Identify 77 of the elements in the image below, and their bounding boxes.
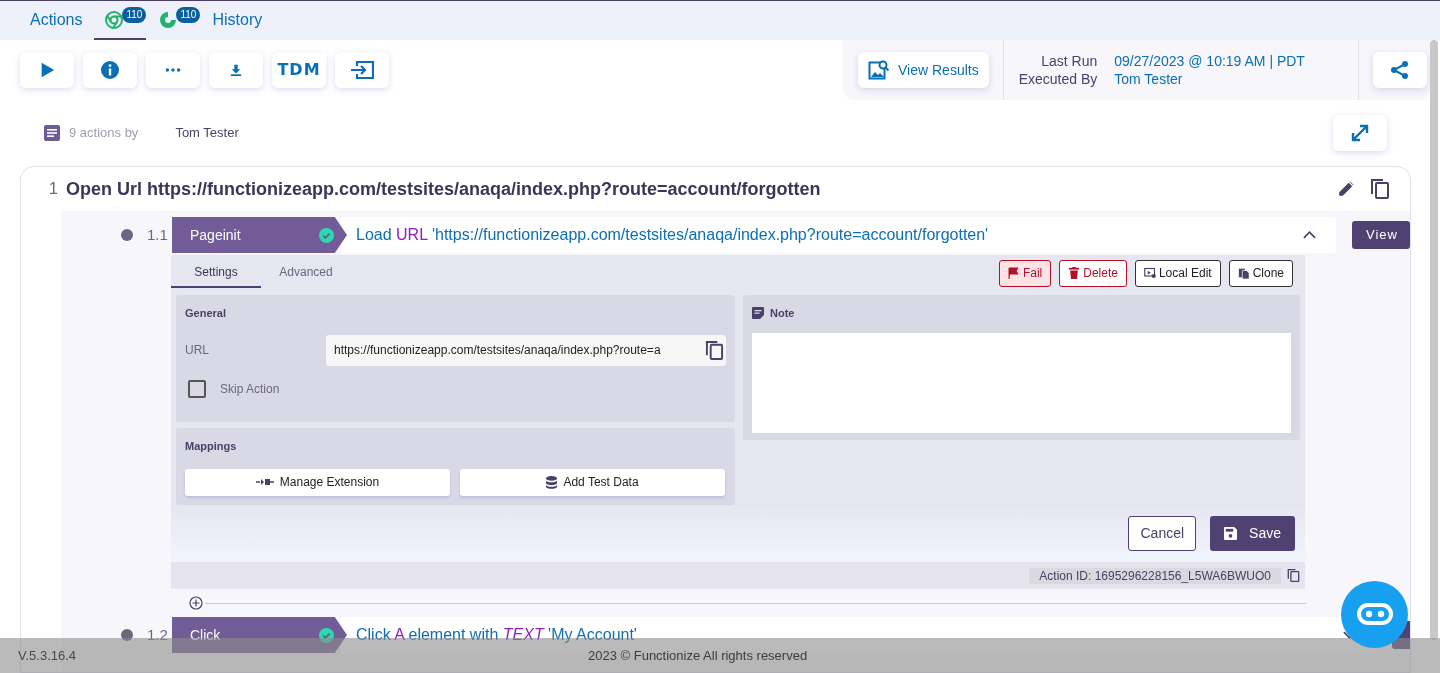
cancel-button[interactable]: Cancel: [1128, 516, 1197, 551]
tab[interactable]: 110: [148, 1, 201, 40]
last-run-label: Last Run: [1040, 52, 1098, 70]
executed-by-label: Executed By: [1018, 70, 1098, 88]
save-icon: [1224, 527, 1238, 540]
tab[interactable]: Actions: [20, 1, 93, 40]
action-button[interactable]: Fail: [998, 259, 1052, 287]
field-label: URL: [185, 342, 210, 359]
checkbox[interactable]: [188, 379, 206, 398]
count-badge: 110: [176, 7, 201, 23]
action-number: 1.2: [147, 624, 169, 645]
copy-icon: [705, 339, 724, 361]
expand-icon: [1350, 123, 1370, 143]
edit-icon: [1337, 180, 1355, 198]
toolbar-button[interactable]: [83, 52, 137, 88]
checkbox-label: Skip Action: [220, 380, 280, 398]
author-name: Tom Tester: [175, 124, 239, 143]
version-label: V.5.3.16.4: [18, 646, 77, 665]
mapping-button[interactable]: Add Test Data: [460, 468, 725, 496]
panel-tab[interactable]: Settings: [171, 258, 261, 288]
action-type: Pageinit: [190, 225, 241, 245]
view-button[interactable]: View: [1352, 221, 1410, 249]
image-search-icon: [868, 59, 890, 81]
trash-icon: [1068, 267, 1081, 279]
refresh-icon: [158, 9, 179, 30]
action-number: 1.1: [147, 224, 169, 245]
mapping-button[interactable]: Manage Extension: [185, 468, 450, 496]
url-field[interactable]: https://functionizeapp.com/testsites/anaqa/index.php?route=a: [326, 334, 726, 366]
copy-icon: [1287, 568, 1300, 583]
actions-count: 9 actions by: [69, 124, 139, 143]
step-title: Open Url https://functionizeapp.com/testsites/anaqa/index.php?route=account/forgotten: [66, 177, 821, 201]
save-button[interactable]: Save: [1210, 516, 1295, 551]
plug-icon: [255, 478, 274, 486]
section-title: General: [185, 306, 227, 321]
screen-gear-icon: [1143, 267, 1156, 279]
action-button[interactable]: Local Edit: [1134, 259, 1221, 287]
action-type: Click: [190, 625, 221, 645]
action-button[interactable]: Clone: [1228, 259, 1293, 287]
toolbar-button[interactable]: [20, 52, 74, 88]
share-icon: [1389, 60, 1410, 80]
download-icon: [230, 64, 242, 76]
note-field[interactable]: [752, 332, 1291, 433]
toolbar-button[interactable]: [209, 52, 263, 88]
document-icon: [44, 125, 60, 141]
action-button[interactable]: Delete: [1059, 259, 1127, 287]
expand-button[interactable]: [1333, 115, 1387, 151]
step-number: 1: [49, 179, 59, 199]
share-button[interactable]: [1372, 52, 1427, 88]
tab[interactable]: History: [202, 1, 273, 40]
database-icon: [546, 475, 558, 489]
copy-icon: [1237, 267, 1250, 279]
note-icon: [752, 307, 764, 320]
section-title: Mappings: [185, 439, 238, 454]
action-id: Action ID: 1695296228156_L5WA6BWUO0: [1029, 567, 1281, 584]
section-title: Note: [770, 306, 795, 321]
more-icon: [165, 67, 181, 73]
toolbar-button[interactable]: TDM: [272, 52, 326, 88]
exit-icon: [350, 60, 374, 80]
browser-icon: [104, 9, 125, 30]
view-results-button[interactable]: View Results: [858, 52, 989, 88]
info-icon: [100, 60, 120, 80]
last-run-date: 09/27/2023 @ 10:19 AM | PDT: [1114, 52, 1306, 70]
count-badge: 110: [122, 7, 147, 23]
status-dot: [121, 229, 133, 241]
panel-tab[interactable]: Advanced: [261, 258, 351, 288]
tab[interactable]: 110: [94, 1, 147, 40]
flag-icon: [1007, 267, 1020, 279]
url-value: https://functionizeapp.com/testsites/anaqa/index.php?route=a: [334, 342, 661, 359]
status-dot: [121, 629, 133, 641]
add-icon: [189, 596, 203, 610]
copyright-text: 2023 © Functionize All rights reserved: [588, 646, 808, 665]
executor-name: Tom Tester: [1114, 70, 1184, 88]
copy-icon: [1370, 178, 1390, 200]
toolbar-button[interactable]: [335, 52, 389, 88]
scrollbar[interactable]: [1430, 40, 1438, 640]
action-description: Click A element with TEXT 'My Account': [356, 625, 637, 645]
action-description: Load URL 'https://functionizeapp.com/testsites/anaqa/index.php?route=account/forgotten': [356, 225, 989, 245]
